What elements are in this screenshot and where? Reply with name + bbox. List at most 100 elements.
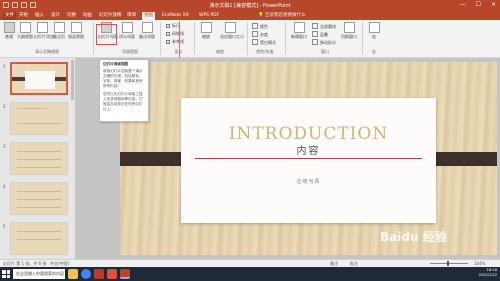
- outline-view-icon: [19, 22, 31, 33]
- notes-page-button[interactable]: 备注页: [51, 22, 67, 40]
- slide-thumbnail-2[interactable]: [10, 102, 68, 135]
- macros-label: 宏: [372, 34, 376, 39]
- tab-home[interactable]: 开始: [17, 12, 30, 20]
- title-divider: [195, 158, 422, 159]
- thumbnail-number: 2: [3, 104, 6, 109]
- normal-view-label: 普通: [5, 34, 13, 39]
- switch-window-button[interactable]: 切换窗口: [340, 22, 358, 40]
- tooltip-paragraph: 您可以在幻灯片母版上插入形状或徽标等内容，它就会自动显示在所有幻灯片上。: [103, 92, 143, 111]
- cascade-button[interactable]: 层叠: [312, 31, 328, 38]
- windows-start-icon[interactable]: [2, 270, 10, 278]
- slide-thumbnail-4[interactable]: [10, 182, 68, 215]
- ribbon-tab-bar: 文件 开始 插入 设计 切换 动画 幻灯片放映 审阅 视图 EndNote X9…: [0, 11, 500, 20]
- group-separator: [93, 22, 94, 55]
- slide-sorter-button[interactable]: 幻灯片浏览: [34, 22, 54, 40]
- thumbnail-line: [17, 167, 61, 168]
- current-slide[interactable]: INTRODUCTION 内容 汪岐与青: [120, 62, 497, 255]
- maximize-button[interactable]: ☐: [476, 1, 481, 8]
- fit-window-label: 适应窗口大小: [220, 34, 244, 39]
- title-card: INTRODUCTION 内容 汪岐与青: [181, 98, 436, 223]
- tab-animations[interactable]: 动画: [81, 12, 94, 20]
- slide-title[interactable]: INTRODUCTION: [181, 124, 436, 144]
- thumbnail-number: 5: [3, 224, 6, 229]
- slide-subtitle[interactable]: 内容: [181, 142, 436, 157]
- tell-me-search[interactable]: 💡 告诉我您想要做什么: [258, 12, 306, 19]
- new-window-icon: [293, 22, 305, 33]
- macros-icon: [368, 22, 380, 33]
- new-window-button[interactable]: 新建窗口: [290, 22, 308, 40]
- minimize-button[interactable]: —: [460, 1, 466, 8]
- fit-to-window-button[interactable]: 适应窗口大小: [220, 22, 244, 40]
- tab-review[interactable]: 审阅: [125, 12, 138, 20]
- tooltip-title: 幻灯片母版视图: [103, 62, 129, 66]
- file-explorer-icon[interactable]: [68, 269, 78, 279]
- notes-master-button[interactable]: 备注母版: [139, 22, 155, 40]
- gridlines-label: 网格线: [172, 31, 184, 36]
- reading-view-label: 阅读视图: [68, 34, 84, 39]
- grayscale-button[interactable]: 灰度: [252, 31, 268, 38]
- slide-author[interactable]: 汪岐与青: [181, 178, 436, 185]
- tab-transitions[interactable]: 切换: [65, 12, 78, 20]
- slide-thumbnail-3[interactable]: [10, 142, 68, 175]
- thumbnail-line: [17, 108, 47, 109]
- notes-master-label: 备注母版: [139, 34, 155, 39]
- reading-view-button[interactable]: 阅读视图: [68, 22, 84, 40]
- guides-checkbox[interactable]: 参考线: [166, 39, 184, 45]
- notes-page-label: 备注页: [53, 34, 65, 39]
- black-white-button[interactable]: 黑白模式: [252, 39, 276, 46]
- watermark: Baidu 经验: [380, 230, 447, 244]
- macros-button[interactable]: 宏: [366, 22, 382, 40]
- thumbnail-line: [17, 191, 61, 192]
- tab-wps-pdf[interactable]: WPS PDF: [197, 12, 221, 20]
- tab-endnote[interactable]: EndNote X9: [160, 12, 191, 20]
- clock-date: 2020/1/22: [478, 273, 497, 277]
- slide-thumbnail-panel[interactable]: 1 2 3 4 5: [0, 58, 75, 259]
- new-window-label: 新建窗口: [291, 34, 307, 39]
- tooltip-paragraph: 母版幻灯片控制整个演示文稿的外观，包括颜色、字体、背景、效果和其他所有内容。: [103, 69, 143, 88]
- group-label-master-views: 母版视图: [122, 49, 138, 54]
- handout-master-button[interactable]: 讲义母版: [119, 22, 135, 40]
- normal-view-button[interactable]: 普通: [1, 22, 17, 40]
- window-title: 演示文稿1 [兼容模式] - PowerPoint: [209, 3, 291, 9]
- chrome-icon[interactable]: [81, 269, 91, 279]
- thumbnail-line: [17, 151, 61, 152]
- group-label-presentation-views: 演示文稿视图: [35, 49, 59, 54]
- zoom-level[interactable]: 104%: [474, 261, 485, 266]
- tab-slideshow[interactable]: 幻灯片放映: [97, 12, 124, 20]
- highlight-box: [96, 24, 117, 45]
- group-label-color: 颜色/灰度: [256, 49, 274, 54]
- taskbar-search-input[interactable]: 在这里输入你要搜索的内容: [13, 269, 65, 279]
- windows-taskbar: 在这里输入你要搜索的内容 18:16 2020/1/22: [0, 267, 500, 281]
- tab-file[interactable]: 文件: [3, 12, 16, 20]
- slide-thumbnail-5[interactable]: [10, 222, 68, 255]
- group-separator: [160, 22, 161, 55]
- color-mode-button[interactable]: 颜色: [252, 23, 268, 30]
- music-app-icon[interactable]: [107, 269, 117, 279]
- tab-insert[interactable]: 插入: [33, 12, 46, 20]
- tab-design[interactable]: 设计: [49, 12, 62, 20]
- notes-master-icon: [141, 22, 153, 33]
- zoom-slider[interactable]: [430, 261, 468, 266]
- system-clock[interactable]: 18:16 2020/1/22: [479, 268, 497, 278]
- ruler-checkbox[interactable]: 标尺: [166, 23, 180, 29]
- thumbnail-line: [17, 231, 61, 232]
- fit-window-icon: [224, 22, 236, 33]
- thumbnail-scrollbar[interactable]: [71, 60, 74, 100]
- thumbnail-number: 3: [3, 144, 6, 149]
- zoom-icon: [200, 22, 212, 33]
- thumbnail-line: [17, 239, 61, 240]
- tell-me-label: 告诉我您想要做什么: [265, 13, 306, 18]
- zoom-button[interactable]: 缩放: [198, 22, 214, 40]
- gridlines-checkbox[interactable]: 网格线: [166, 31, 184, 37]
- close-button[interactable]: ✕: [491, 1, 496, 8]
- outline-view-button[interactable]: 大纲视图: [17, 22, 33, 40]
- group-separator: [362, 22, 363, 55]
- group-label-zoom: 缩放: [216, 49, 224, 54]
- arrange-all-button[interactable]: 全部重排: [312, 23, 336, 30]
- tab-view[interactable]: 视图: [142, 12, 155, 20]
- group-separator: [247, 22, 248, 55]
- slide-thumbnail-1[interactable]: [10, 62, 68, 95]
- powerpoint-taskbar-icon[interactable]: [120, 269, 130, 279]
- wps-icon[interactable]: [94, 269, 104, 279]
- move-split-button[interactable]: 移动拆分: [312, 39, 336, 46]
